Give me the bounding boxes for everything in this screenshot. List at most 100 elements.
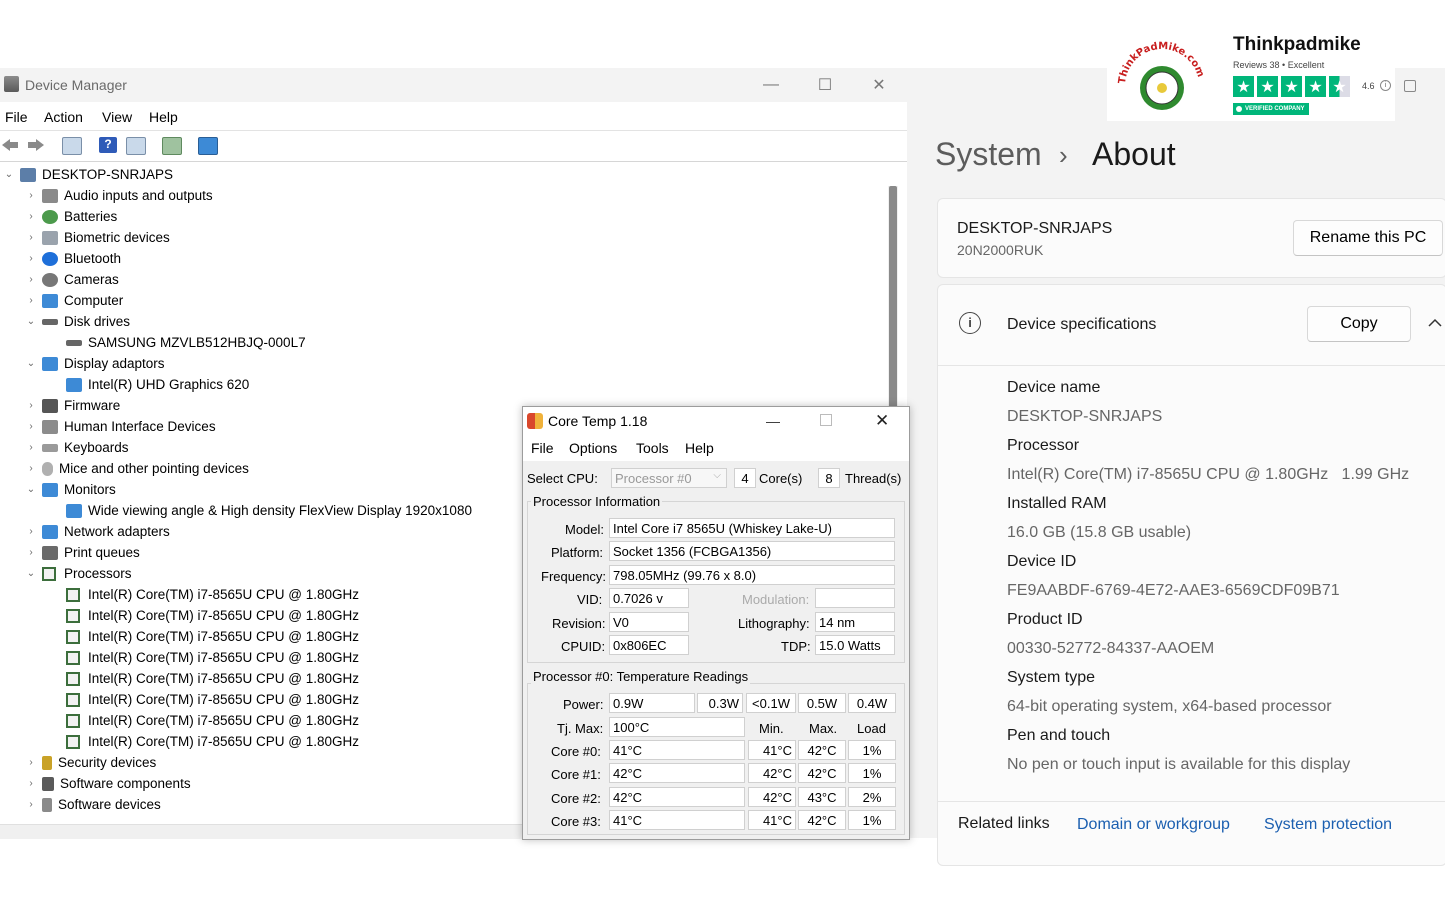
cpu-select-value: Processor #0	[615, 471, 692, 486]
tree-item[interactable]: › Network adapters	[24, 521, 169, 542]
menu-view[interactable]: View	[102, 109, 132, 125]
cpu-select[interactable]: Processor #0 ⌵	[611, 468, 727, 488]
tree-item[interactable]: Intel(R) Core(TM) i7-8565U CPU @ 1.80GHz	[66, 647, 359, 668]
tree-item[interactable]: › Biometric devices	[24, 227, 169, 248]
core-temp-value: 41°C	[609, 810, 745, 830]
chevron-right-icon[interactable]: ›	[24, 190, 38, 201]
scrollbar-thumb[interactable]	[889, 186, 897, 426]
core-temp-value: 42°C	[609, 763, 745, 783]
menu-file[interactable]: File	[531, 440, 554, 456]
system-protection-link[interactable]: System protection	[1264, 816, 1392, 834]
tree-item[interactable]: › Security devices	[24, 752, 156, 773]
tree-item[interactable]: › Audio inputs and outputs	[24, 185, 212, 206]
chevron-right-icon[interactable]: ›	[24, 421, 38, 432]
properties-icon[interactable]	[62, 137, 82, 155]
menu-help[interactable]: Help	[685, 440, 714, 456]
monitor-icon	[66, 503, 82, 518]
chevron-right-icon[interactable]: ›	[24, 232, 38, 243]
tree-item[interactable]: Intel(R) Core(TM) i7-8565U CPU @ 1.80GHz	[66, 626, 359, 647]
chevron-down-icon[interactable]: ⌄	[24, 568, 38, 579]
min-column-header: Min.	[759, 721, 784, 736]
rename-pc-button[interactable]: Rename this PC	[1293, 220, 1443, 256]
display-adapter-icon	[66, 377, 82, 392]
chevron-right-icon[interactable]: ›	[24, 463, 38, 474]
chevron-down-icon[interactable]: ⌄	[2, 169, 16, 180]
chevron-right-icon[interactable]: ›	[24, 799, 38, 810]
tree-item[interactable]: ⌄ Monitors	[24, 479, 116, 500]
chevron-right-icon[interactable]: ›	[24, 253, 38, 264]
tree-root[interactable]: ⌄ DESKTOP-SNRJAPS	[2, 164, 173, 185]
chevron-right-icon[interactable]: ›	[24, 757, 38, 768]
review-badge[interactable]: ThinkPadMike.com Thinkpadmike Reviews 38…	[1107, 28, 1395, 121]
tree-item[interactable]: › Bluetooth	[24, 248, 121, 269]
chevron-right-icon[interactable]: ›	[24, 274, 38, 285]
speaker-icon	[42, 188, 58, 203]
chevron-down-icon[interactable]: ⌄	[24, 358, 38, 369]
spec-key: Installed RAM	[1007, 495, 1107, 512]
close-button[interactable]: ✕	[856, 68, 902, 102]
tree-item[interactable]: Intel(R) Core(TM) i7-8565U CPU @ 1.80GHz	[66, 731, 359, 752]
frequency-label: Frequency:	[541, 569, 607, 584]
tree-item[interactable]: Intel(R) UHD Graphics 620	[66, 374, 249, 395]
info-icon: i	[959, 312, 981, 334]
copy-button[interactable]: Copy	[1307, 306, 1411, 342]
forward-arrow-icon[interactable]	[26, 137, 46, 153]
tree-item[interactable]: › Software components	[24, 773, 190, 794]
tree-item[interactable]: SAMSUNG MZVLB512HBJQ-000L7	[66, 332, 306, 353]
chevron-right-icon[interactable]: ›	[24, 778, 38, 789]
maximize-button[interactable]	[1404, 80, 1416, 92]
menu-tools[interactable]: Tools	[636, 440, 669, 456]
cpuid-value: 0x806EC	[609, 635, 689, 655]
tree-item[interactable]: ⌄ Display adaptors	[24, 353, 165, 374]
menu-help[interactable]: Help	[149, 109, 178, 125]
back-arrow-icon[interactable]	[0, 137, 20, 153]
model-value: Intel Core i7 8565U (Whiskey Lake-U)	[609, 518, 895, 538]
tree-item[interactable]: › Print queues	[24, 542, 139, 563]
tree-item[interactable]: › Human Interface Devices	[24, 416, 215, 437]
tree-item[interactable]: Intel(R) Core(TM) i7-8565U CPU @ 1.80GHz	[66, 668, 359, 689]
tree-item[interactable]: › Batteries	[24, 206, 117, 227]
info-icon[interactable]: i	[1380, 80, 1391, 91]
tree-item[interactable]: Intel(R) Core(TM) i7-8565U CPU @ 1.80GHz	[66, 689, 359, 710]
chevron-up-icon[interactable]	[1428, 318, 1442, 328]
tree-item[interactable]: › Cameras	[24, 269, 118, 290]
help-icon[interactable]: ?	[99, 137, 117, 153]
domain-workgroup-link[interactable]: Domain or workgroup	[1077, 816, 1230, 834]
maximize-button[interactable]: ☐	[802, 68, 848, 102]
tree-item[interactable]: › Computer	[24, 290, 123, 311]
tree-item[interactable]: ⌄ Processors	[24, 563, 132, 584]
tree-item[interactable]: Intel(R) Core(TM) i7-8565U CPU @ 1.80GHz	[66, 710, 359, 731]
scan-hardware-icon[interactable]	[162, 137, 182, 155]
maximize-button[interactable]	[820, 414, 832, 426]
monitor-icon[interactable]	[198, 137, 218, 155]
close-button[interactable]: ✕	[875, 411, 889, 431]
tree-item[interactable]: Wide viewing angle & High density FlexVi…	[66, 500, 472, 521]
divider	[938, 801, 1445, 802]
menu-file[interactable]: File	[5, 109, 28, 125]
tree-item[interactable]: ⌄ Disk drives	[24, 311, 130, 332]
chevron-right-icon[interactable]: ›	[24, 526, 38, 537]
tree-item[interactable]: Intel(R) Core(TM) i7-8565U CPU @ 1.80GHz	[66, 584, 359, 605]
core-load-value: 2%	[848, 787, 896, 807]
chevron-down-icon[interactable]: ⌄	[24, 484, 38, 495]
tree-item[interactable]: › Mice and other pointing devices	[24, 458, 249, 479]
tjmax-value: 100°C	[609, 717, 745, 737]
tree-item[interactable]: › Software devices	[24, 794, 160, 815]
menu-options[interactable]: Options	[569, 440, 617, 456]
tree-item[interactable]: Intel(R) Core(TM) i7-8565U CPU @ 1.80GHz	[66, 605, 359, 626]
menu-action[interactable]: Action	[44, 109, 83, 125]
chevron-right-icon[interactable]: ›	[24, 400, 38, 411]
chevron-right-icon[interactable]: ›	[24, 211, 38, 222]
spec-header[interactable]: i Device specifications Copy	[938, 285, 1445, 366]
minimize-button[interactable]: —	[766, 413, 780, 429]
breadcrumb-parent[interactable]: System	[935, 136, 1042, 173]
chevron-down-icon[interactable]: ⌄	[24, 316, 38, 327]
tree-item[interactable]: › Keyboards	[24, 437, 128, 458]
chevron-right-icon[interactable]: ›	[24, 295, 38, 306]
chevron-right-icon[interactable]: ›	[24, 442, 38, 453]
minimize-button[interactable]: —	[748, 68, 794, 102]
chevron-right-icon[interactable]: ›	[24, 547, 38, 558]
view-resources-icon[interactable]	[126, 137, 146, 155]
processor-icon	[66, 692, 80, 707]
tree-item[interactable]: › Firmware	[24, 395, 120, 416]
